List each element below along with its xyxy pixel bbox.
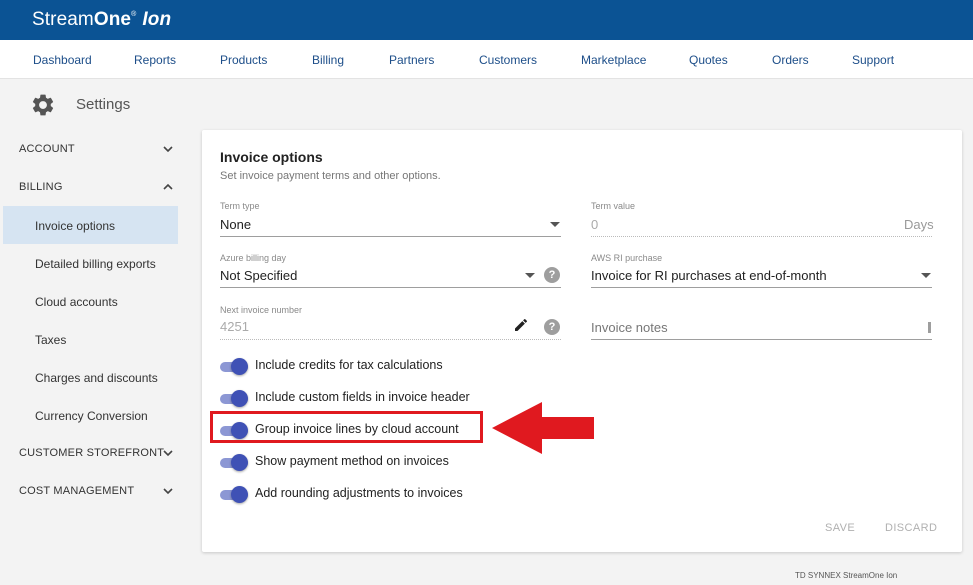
azure-billing-day-select[interactable]: Not Specified [220, 268, 297, 283]
toggle-add-rounding-adjustments[interactable] [220, 485, 250, 505]
toggle-include-credits[interactable] [220, 357, 250, 377]
sidebar-section-billing[interactable]: BILLING [19, 181, 63, 193]
page-title: Settings [76, 96, 131, 113]
gear-icon [32, 94, 54, 116]
sidebar-item-cloud-accounts[interactable]: Cloud accounts [35, 295, 118, 309]
card-title: Invoice options [220, 149, 323, 165]
footer-text: TD SYNNEX StreamOne Ion [795, 571, 898, 580]
aws-ri-purchase-underline [591, 287, 932, 288]
nav-marketplace[interactable]: Marketplace [581, 53, 646, 67]
toggle-label-add-rounding-adjustments: Add rounding adjustments to invoices [255, 486, 463, 500]
resize-handle-icon[interactable] [928, 322, 931, 333]
nav-partners[interactable]: Partners [389, 53, 434, 67]
azure-billing-day-label: Azure billing day [220, 253, 287, 263]
toggle-label-include-credits: Include credits for tax calculations [255, 358, 443, 372]
main-nav: Dashboard Reports Products Billing Partn… [0, 40, 973, 79]
term-value-input[interactable]: 0 [591, 217, 598, 232]
sidebar-item-currency-conversion[interactable]: Currency Conversion [35, 409, 148, 423]
help-icon[interactable]: ? [544, 267, 560, 283]
next-invoice-number-value: 4251 [220, 319, 249, 334]
nav-dashboard[interactable]: Dashboard [33, 53, 92, 67]
term-value-underline [591, 236, 932, 237]
discard-button[interactable]: DISCARD [885, 522, 937, 534]
save-button[interactable]: SAVE [825, 522, 855, 534]
nav-orders[interactable]: Orders [772, 53, 809, 67]
term-type-underline [220, 236, 561, 237]
chevron-down-icon[interactable] [162, 485, 174, 497]
invoice-notes-underline [591, 339, 932, 340]
invoice-notes-textarea[interactable]: Invoice notes [591, 320, 668, 335]
sidebar-item-charges-and-discounts[interactable]: Charges and discounts [35, 371, 158, 385]
nav-billing[interactable]: Billing [312, 53, 344, 67]
aws-ri-purchase-select[interactable]: Invoice for RI purchases at end-of-month [591, 268, 827, 283]
term-type-select[interactable]: None [220, 217, 251, 232]
next-invoice-number-underline [220, 339, 561, 340]
sidebar-item-taxes[interactable]: Taxes [35, 333, 66, 347]
nav-products[interactable]: Products [220, 53, 267, 67]
toggle-show-payment-method[interactable] [220, 453, 250, 473]
highlight-box [210, 411, 483, 443]
sidebar-section-cost-management[interactable]: COST MANAGEMENT [19, 485, 134, 497]
sidebar-item-invoice-options[interactable]: Invoice options [35, 219, 115, 233]
sidebar-item-detailed-billing-exports[interactable]: Detailed billing exports [35, 257, 156, 271]
sidebar-section-customer-storefront[interactable]: CUSTOMER STOREFRONT [19, 447, 164, 459]
chevron-up-icon[interactable] [162, 181, 174, 193]
nav-quotes[interactable]: Quotes [689, 53, 728, 67]
dropdown-arrow-icon[interactable] [921, 273, 931, 278]
aws-ri-purchase-label: AWS RI purchase [591, 253, 663, 263]
brand-logo[interactable]: StreamOne® Ion [32, 9, 171, 31]
azure-billing-day-underline [220, 287, 561, 288]
nav-reports[interactable]: Reports [134, 53, 176, 67]
term-value-suffix: Days [904, 217, 934, 232]
dropdown-arrow-icon[interactable] [525, 273, 535, 278]
nav-customers[interactable]: Customers [479, 53, 537, 67]
nav-support[interactable]: Support [852, 53, 894, 67]
top-bar: StreamOne® Ion [0, 0, 973, 40]
term-value-label: Term value [591, 201, 636, 211]
chevron-down-icon[interactable] [162, 143, 174, 155]
toggle-include-custom-fields[interactable] [220, 389, 250, 409]
sidebar-section-account[interactable]: ACCOUNT [19, 143, 75, 155]
dropdown-arrow-icon[interactable] [550, 222, 560, 227]
help-icon[interactable]: ? [544, 319, 560, 335]
card-subtitle: Set invoice payment terms and other opti… [220, 170, 441, 182]
toggle-label-include-custom-fields: Include custom fields in invoice header [255, 390, 470, 404]
next-invoice-number-label: Next invoice number [220, 305, 303, 315]
toggle-label-show-payment-method: Show payment method on invoices [255, 454, 449, 468]
pencil-icon[interactable] [513, 317, 529, 333]
term-type-label: Term type [220, 201, 260, 211]
chevron-down-icon[interactable] [162, 447, 174, 459]
red-arrow-icon [492, 402, 594, 454]
